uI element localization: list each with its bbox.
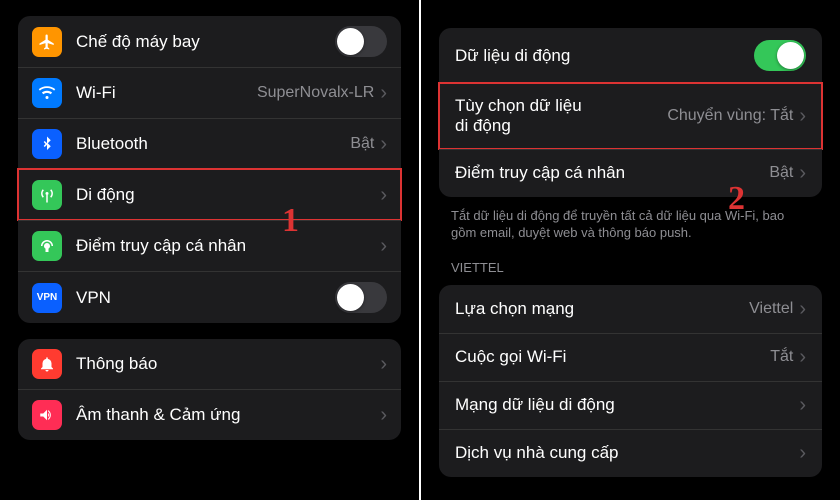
row-value: SuperNovalx-LR — [257, 84, 374, 102]
hotspot-icon — [32, 231, 62, 261]
row-value: Bật — [769, 164, 793, 182]
row-label: VPN — [76, 288, 335, 308]
chevron-icon: › — [799, 163, 806, 183]
row-label: Thông báo — [76, 354, 380, 374]
chevron-icon: › — [380, 185, 387, 205]
notifications-icon — [32, 349, 62, 379]
row-value: Chuyển vùng: Tắt — [667, 107, 793, 125]
row-hotspot[interactable]: Điểm truy cập cá nhân › — [18, 220, 401, 271]
row-bluetooth[interactable]: Bluetooth Bật › — [18, 118, 401, 169]
row-label: Âm thanh & Cảm ứng — [76, 405, 380, 425]
row-value: Tắt — [770, 348, 793, 366]
bluetooth-icon — [32, 129, 62, 159]
row-carrier-services[interactable]: Dịch vụ nhà cung cấp › — [439, 429, 822, 477]
airplane-toggle[interactable] — [335, 26, 387, 57]
row-value: Viettel — [749, 300, 793, 318]
chevron-icon: › — [799, 395, 806, 415]
row-wifi[interactable]: Wi-Fi SuperNovalx-LR › — [18, 67, 401, 118]
row-label: Dữ liệu di động — [455, 46, 754, 66]
row-mobile-data-options[interactable]: Tùy chọn dữ liệu di động Chuyển vùng: Tắ… — [439, 83, 822, 149]
row-mobile-data[interactable]: Dữ liệu di động — [439, 28, 822, 83]
row-label: Di động — [76, 185, 380, 205]
chevron-icon: › — [799, 443, 806, 463]
row-cellular[interactable]: Di động › — [18, 169, 401, 220]
chevron-icon: › — [799, 106, 806, 126]
chevron-icon: › — [799, 299, 806, 319]
row-label: Dịch vụ nhà cung cấp — [455, 443, 799, 463]
row-label: Tùy chọn dữ liệu di động — [455, 96, 667, 137]
row-sounds[interactable]: Âm thanh & Cảm ứng › — [18, 389, 401, 440]
sounds-icon — [32, 400, 62, 430]
row-notifications[interactable]: Thông báo › — [18, 339, 401, 389]
chevron-icon: › — [380, 405, 387, 425]
wifi-icon — [32, 78, 62, 108]
row-label: Điểm truy cập cá nhân — [76, 236, 380, 256]
row-vpn[interactable]: VPN VPN — [18, 271, 401, 323]
mobile-data-toggle[interactable] — [754, 40, 806, 71]
row-personal-hotspot[interactable]: Điểm truy cập cá nhân Bật › — [439, 149, 822, 197]
row-value: Bật — [350, 135, 374, 153]
row-airplane-mode[interactable]: Chế độ máy bay — [18, 16, 401, 67]
row-label: Điểm truy cập cá nhân — [455, 163, 769, 183]
chevron-icon: › — [380, 236, 387, 256]
row-label: Lựa chọn mạng — [455, 299, 749, 319]
row-label: Wi-Fi — [76, 83, 257, 103]
vpn-toggle[interactable] — [335, 282, 387, 313]
chevron-icon: › — [799, 347, 806, 367]
row-label: Cuộc gọi Wi-Fi — [455, 347, 770, 367]
row-mobile-data-network[interactable]: Mạng dữ liệu di động › — [439, 381, 822, 429]
marker-2: 2 — [728, 180, 745, 218]
helper-text: Tắt dữ liệu di động để truyền tất cả dữ … — [421, 207, 840, 242]
marker-1: 1 — [282, 202, 299, 240]
vpn-icon: VPN — [32, 283, 62, 313]
section-header-carrier: VIETTEL — [421, 242, 840, 281]
row-network-selection[interactable]: Lựa chọn mạng Viettel › — [439, 285, 822, 333]
row-label: Bluetooth — [76, 134, 350, 154]
cellular-icon — [32, 180, 62, 210]
airplane-icon — [32, 27, 62, 57]
row-label: Chế độ máy bay — [76, 32, 335, 52]
chevron-icon: › — [380, 83, 387, 103]
row-wifi-calling[interactable]: Cuộc gọi Wi-Fi Tắt › — [439, 333, 822, 381]
row-label: Mạng dữ liệu di động — [455, 395, 799, 415]
chevron-icon: › — [380, 134, 387, 154]
chevron-icon: › — [380, 354, 387, 374]
